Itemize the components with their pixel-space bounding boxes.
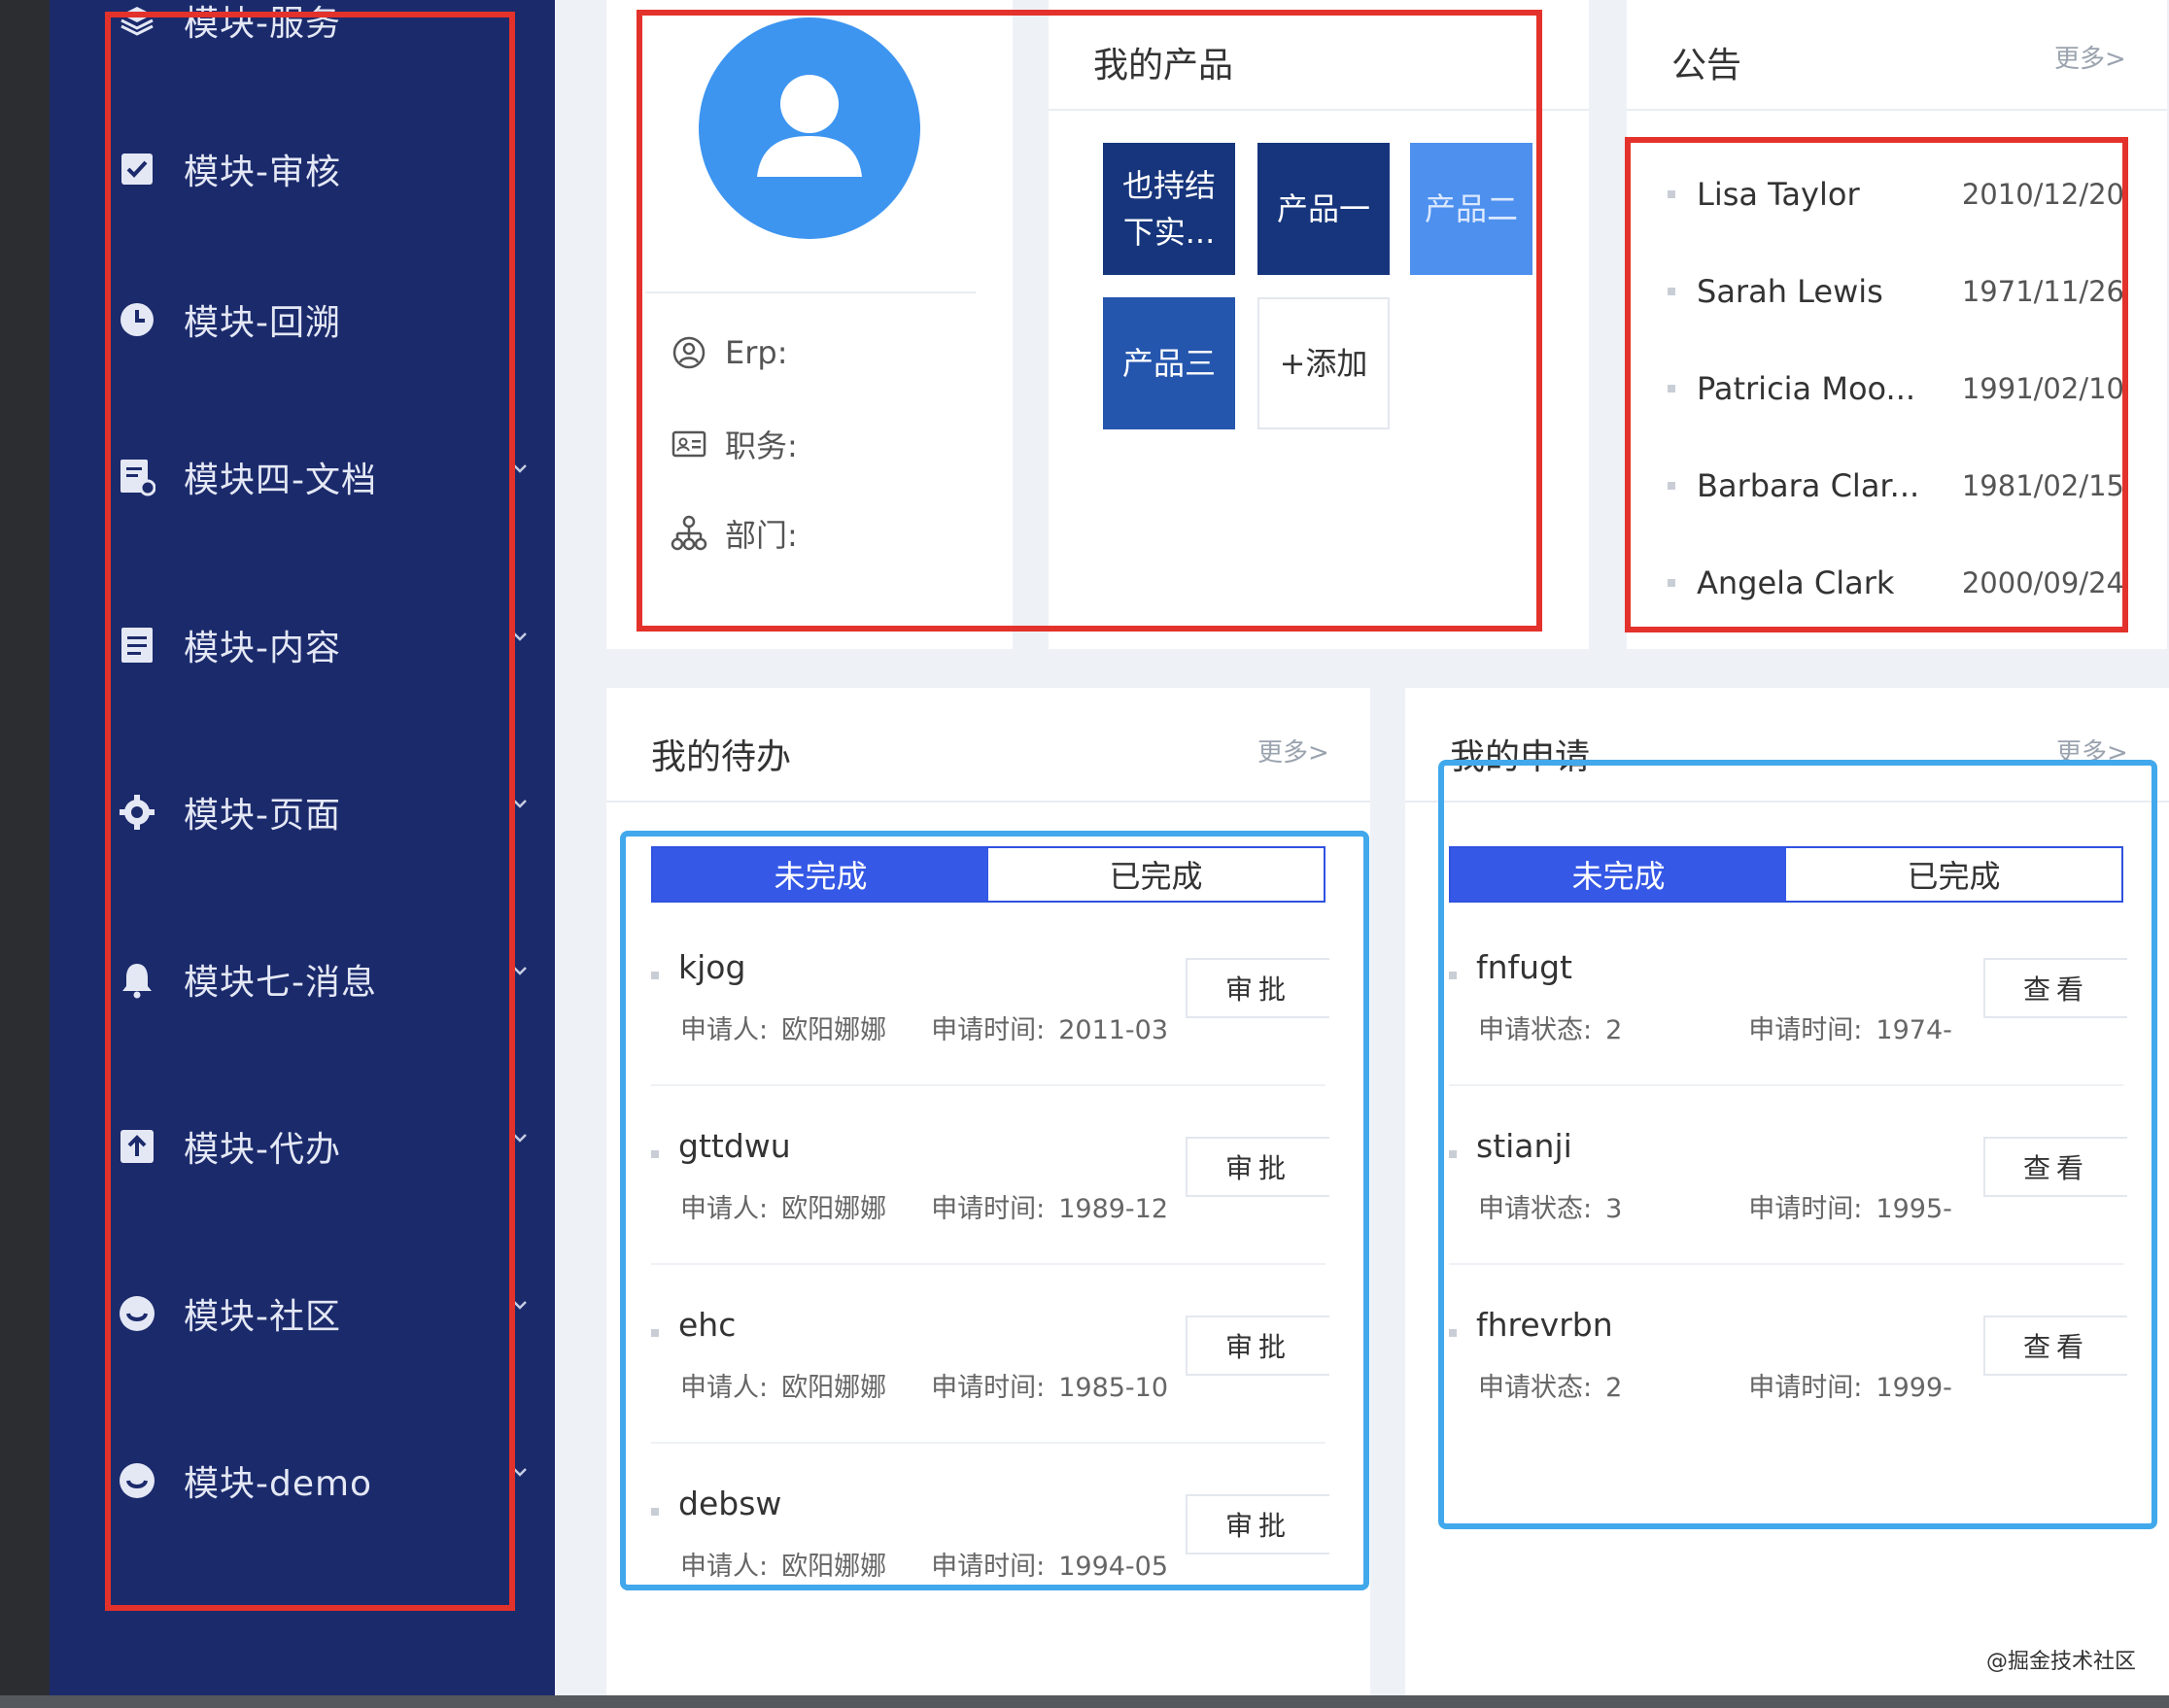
highlight-box-sidebar [105, 12, 515, 1611]
divider [1627, 109, 2167, 111]
announcements-more-link[interactable]: 更多> [2054, 39, 2126, 75]
footer-credit: @掘金技术社区 [1985, 1650, 2136, 1674]
todo-title: 我的待办 [651, 737, 792, 777]
highlight-box-todo [620, 831, 1369, 1590]
highlight-box-announcements [1625, 137, 2128, 632]
announcements-title: 公告 [1671, 46, 1742, 85]
todo-more-link[interactable]: 更多> [1257, 733, 1329, 769]
highlight-box-profile-products [637, 10, 1542, 632]
bottom-bar [0, 1695, 2169, 1708]
divider [606, 801, 1370, 803]
highlight-box-applications [1438, 760, 2157, 1529]
